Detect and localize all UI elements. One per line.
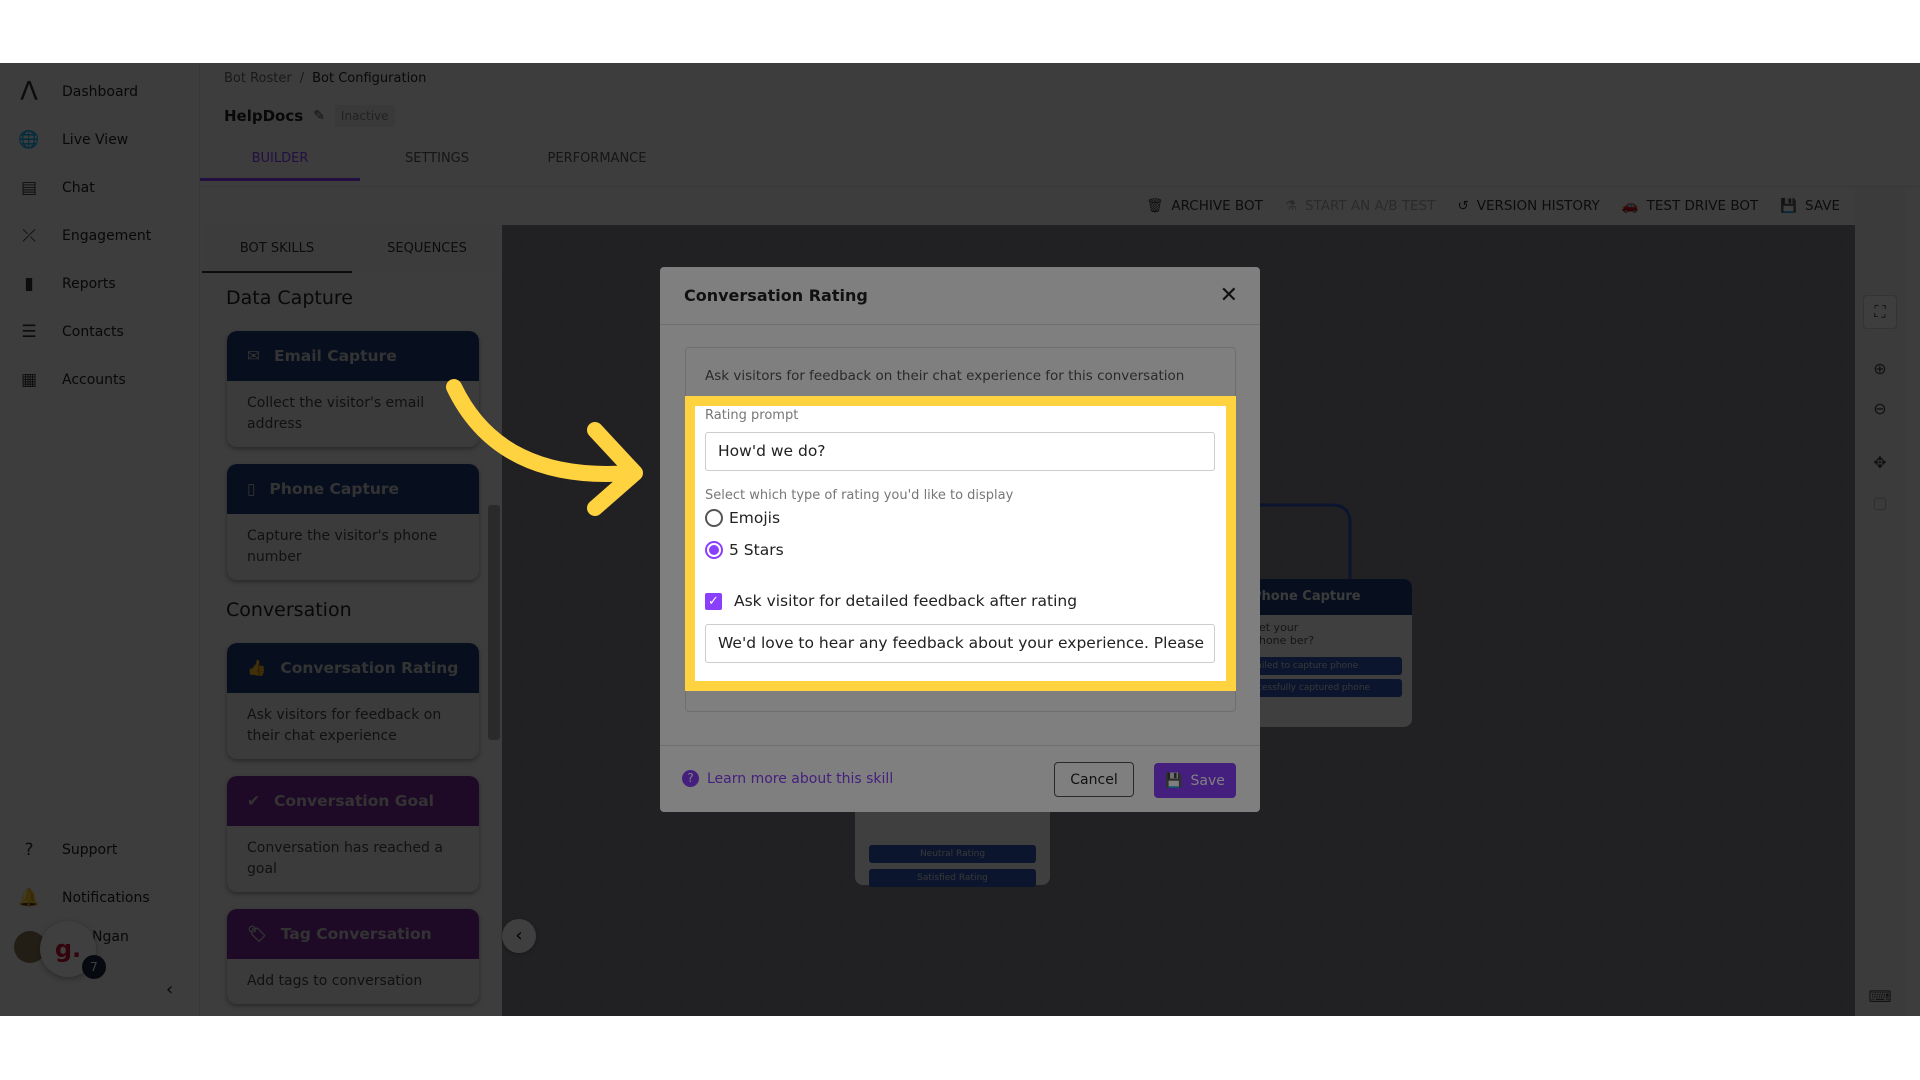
modal-title: Conversation Rating xyxy=(684,286,868,305)
help-icon: ? xyxy=(682,770,699,787)
highlight-area: Rating prompt How'd we do? Select which … xyxy=(685,396,1236,691)
radio-unchecked-icon xyxy=(705,509,723,527)
radio-5-stars[interactable]: 5 Stars xyxy=(705,541,784,559)
rating-prompt-label: Rating prompt xyxy=(705,408,799,423)
close-icon[interactable]: ✕ xyxy=(1220,283,1238,308)
feedback-checkbox[interactable]: ✓ Ask visitor for detailed feedback after… xyxy=(705,592,1077,610)
checkbox-checked-icon: ✓ xyxy=(705,592,722,610)
radio-emojis[interactable]: Emojis xyxy=(705,509,780,527)
modal-footer: ? Learn more about this skill Cancel 💾 Sav… xyxy=(660,745,1260,812)
learn-more-link[interactable]: ? Learn more about this skill xyxy=(682,770,893,787)
modal-description: Ask visitors for feedback on their chat … xyxy=(705,368,1185,384)
save-button[interactable]: 💾 Save xyxy=(1154,763,1236,798)
arrow-annotation xyxy=(446,379,643,516)
app: ΛDashboard 🌐Live View ▤Chat ⤫Engagement … xyxy=(0,63,1920,1016)
rating-prompt-input[interactable]: How'd we do? xyxy=(705,432,1215,471)
radio-checked-icon xyxy=(705,541,723,559)
floppy-icon: 💾 xyxy=(1165,772,1183,789)
rating-type-label: Select which type of rating you'd like t… xyxy=(705,488,1014,503)
feedback-prompt-input[interactable]: We'd love to hear any feedback about you… xyxy=(705,624,1215,663)
cancel-button[interactable]: Cancel xyxy=(1054,762,1134,797)
